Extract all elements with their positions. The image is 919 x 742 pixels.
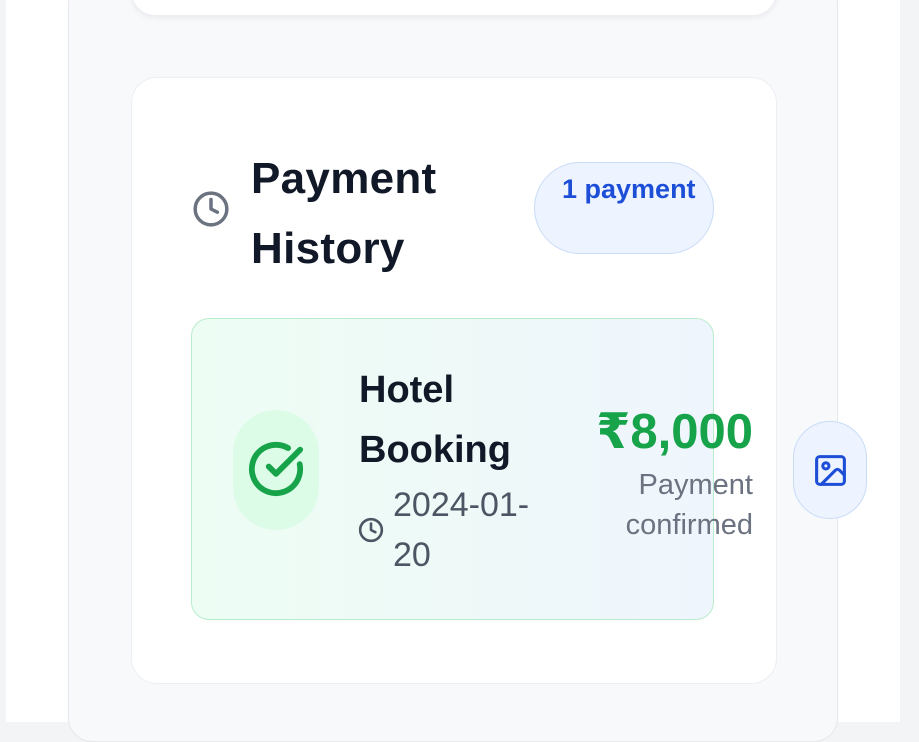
view-receipt-image-button[interactable] xyxy=(793,421,867,519)
previous-card xyxy=(131,0,777,16)
payment-amount: ₹8,000 xyxy=(596,405,753,459)
image-icon xyxy=(815,455,846,486)
date-clock-icon xyxy=(358,517,384,543)
payment-count-badge: 1 payment xyxy=(534,162,714,254)
check-circle-icon xyxy=(248,441,304,497)
section-title: Payment History xyxy=(251,154,437,273)
status-line-2: confirmed xyxy=(625,509,753,541)
overflow-fade xyxy=(753,460,767,550)
status-line-1: Payment xyxy=(638,469,753,501)
status-indicator xyxy=(233,410,319,530)
payment-title: Hotel Booking xyxy=(359,369,511,471)
payment-date: 2024-01-20 xyxy=(393,486,530,574)
clock-icon xyxy=(192,190,230,228)
payment-status: Payment confirmed xyxy=(580,465,753,545)
